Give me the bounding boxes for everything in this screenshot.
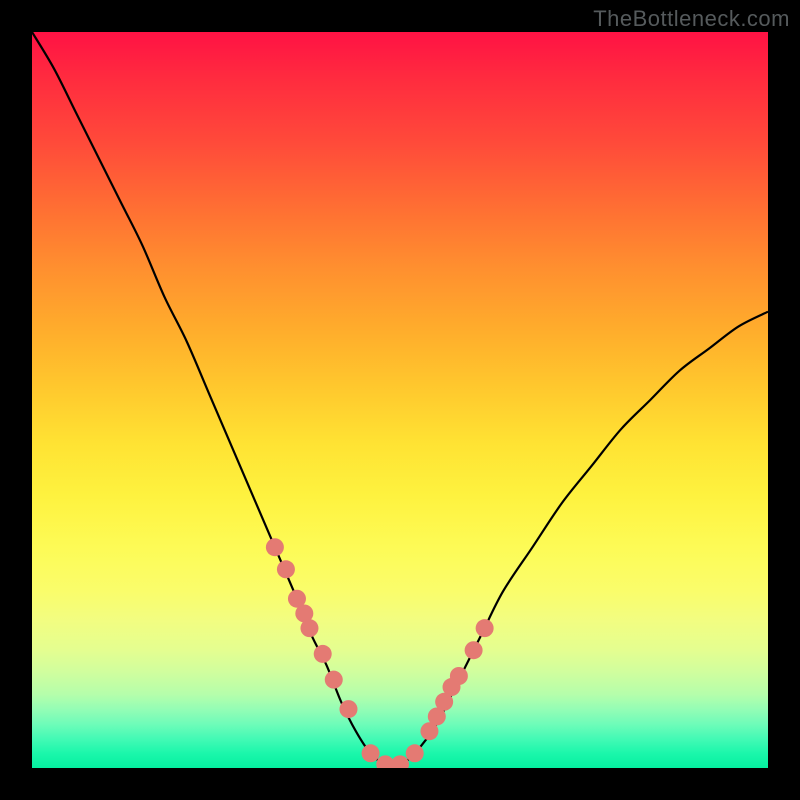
- bottleneck-curve-svg: [32, 32, 768, 768]
- gradient-plot-area: [32, 32, 768, 768]
- highlight-marker: [300, 619, 318, 637]
- highlight-markers-group: [266, 538, 494, 768]
- highlight-marker: [406, 744, 424, 762]
- bottleneck-curve-line: [32, 32, 768, 766]
- highlight-marker: [391, 755, 409, 768]
- chart-frame: TheBottleneck.com: [0, 0, 800, 800]
- highlight-marker: [450, 667, 468, 685]
- highlight-marker: [339, 700, 357, 718]
- watermark-text: TheBottleneck.com: [593, 6, 790, 32]
- highlight-marker: [465, 641, 483, 659]
- highlight-marker: [476, 619, 494, 637]
- highlight-marker: [277, 560, 295, 578]
- highlight-marker: [325, 671, 343, 689]
- highlight-marker: [362, 744, 380, 762]
- highlight-marker: [314, 645, 332, 663]
- highlight-marker: [266, 538, 284, 556]
